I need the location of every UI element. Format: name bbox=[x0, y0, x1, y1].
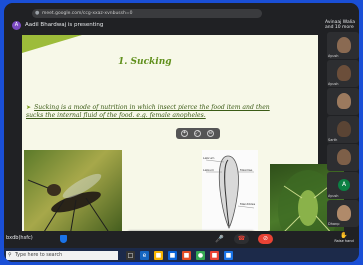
pointer-icon[interactable]: ✦ bbox=[181, 130, 188, 137]
meeting-controls: bxdb(hsfc) 🎤 ☎ ⊘ ✋ Raise hand bbox=[4, 231, 359, 248]
search-placeholder: Type here to search bbox=[15, 253, 63, 258]
participant-name: Sarth bbox=[328, 138, 338, 142]
raise-hand-button[interactable]: ✋ Raise hand bbox=[331, 232, 357, 243]
participant-video bbox=[337, 121, 351, 137]
participant-tile[interactable]: Ayush bbox=[327, 60, 359, 87]
chrome-icon[interactable]: ● bbox=[196, 251, 205, 260]
edge-icon[interactable]: e bbox=[140, 251, 149, 260]
slide-title: 1. Sucking bbox=[118, 57, 172, 67]
mouthparts-diagram: Labrum Labium Maxillae Mandibles bbox=[202, 150, 258, 230]
meeting-code: bxdb(hsfc) bbox=[6, 235, 33, 241]
participant-avatar: A bbox=[338, 179, 350, 191]
presented-slide: 1. Sucking ➤ Sucking is a mode of nutriti… bbox=[22, 35, 344, 248]
presenting-text: Aadil Bhardwaj is presenting bbox=[25, 22, 104, 28]
diagram-label: Labrum bbox=[203, 156, 215, 160]
diagram-label: Mandibles bbox=[240, 202, 256, 206]
presentation-toolbar: ✦ ⤢ ⊖ bbox=[176, 128, 220, 139]
participant-tile[interactable] bbox=[327, 88, 359, 115]
participant-name: Dhanp bbox=[328, 222, 340, 226]
participant-tile[interactable]: Sarth bbox=[327, 116, 359, 143]
file-explorer-icon[interactable]: ■ bbox=[154, 251, 163, 260]
shield-icon[interactable] bbox=[60, 235, 67, 243]
search-icon: ⚲ bbox=[8, 252, 12, 258]
lock-icon: ● bbox=[35, 10, 40, 16]
address-bar[interactable]: ● meet.google.com/ccg-xxaz-xvnbussh=0 bbox=[32, 9, 262, 18]
participant-name: Ayush bbox=[328, 54, 339, 58]
store-icon[interactable]: ■ bbox=[168, 251, 177, 260]
participant-tile[interactable]: Ayush bbox=[327, 32, 359, 59]
slide-corner-decoration bbox=[22, 35, 82, 53]
mic-icon[interactable]: 🎤 bbox=[215, 235, 224, 243]
camera-off-button[interactable]: ⊘ bbox=[258, 234, 273, 244]
slide-body-text: Sucking is a mode of nutrition in which … bbox=[26, 104, 270, 119]
expand-icon[interactable]: ⤢ bbox=[194, 130, 201, 137]
participant-video bbox=[337, 205, 351, 221]
presenter-avatar: A bbox=[12, 21, 21, 30]
diagram-label: Labium bbox=[203, 168, 214, 172]
participant-video bbox=[337, 37, 351, 53]
office-icon[interactable]: ■ bbox=[182, 251, 191, 260]
windows-taskbar: ⚲ Type here to search □ e ■ ■ ■ ● ■ ■ bbox=[4, 248, 359, 262]
diagram-label: Maxillae bbox=[240, 168, 253, 172]
participant-tile[interactable] bbox=[327, 144, 359, 171]
hand-icon: ✋ bbox=[340, 232, 348, 239]
participant-tile[interactable]: A Ayush bbox=[327, 172, 359, 199]
participant-tile[interactable]: Dhanp bbox=[327, 200, 359, 227]
participants-summary[interactable]: Avinaaj Walia and 10 more bbox=[325, 20, 359, 30]
mosquito-image bbox=[24, 150, 122, 237]
raise-hand-label: Raise hand bbox=[334, 239, 354, 243]
participants-panel: Ayush Ayush Sarth A Ayush Dhanp bbox=[327, 32, 359, 232]
task-view-icon[interactable]: □ bbox=[126, 251, 135, 260]
participant-name: Ayush bbox=[328, 194, 339, 198]
minus-icon[interactable]: ⊖ bbox=[207, 130, 214, 137]
end-call-button[interactable]: ☎ bbox=[234, 234, 249, 244]
bullet-icon: ➤ bbox=[26, 104, 32, 111]
url-text: meet.google.com/ccg-xxaz-xvnbussh=0 bbox=[42, 11, 133, 16]
device-frame: ● meet.google.com/ccg-xxaz-xvnbussh=0 A … bbox=[4, 3, 359, 262]
participant-name: Ayush bbox=[328, 82, 339, 86]
slide-body: ➤ Sucking is a mode of nutrition in which… bbox=[26, 104, 272, 120]
meet-window: ● meet.google.com/ccg-xxaz-xvnbussh=0 A … bbox=[4, 3, 359, 248]
taskbar-search[interactable]: ⚲ Type here to search bbox=[6, 251, 118, 260]
participant-video bbox=[337, 93, 351, 109]
participant-video bbox=[337, 149, 351, 165]
app-icon[interactable]: ■ bbox=[224, 251, 233, 260]
presenting-bar: A Aadil Bhardwaj is presenting Avinaaj W… bbox=[4, 20, 359, 32]
participant-video bbox=[337, 65, 351, 81]
app-icon[interactable]: ■ bbox=[210, 251, 219, 260]
